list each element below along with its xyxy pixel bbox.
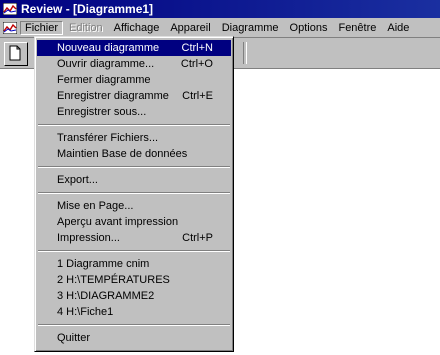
menu-item-label: Ouvrir diagramme...: [57, 58, 155, 70]
menu-separator: [38, 250, 230, 252]
new-document-icon: [5, 45, 25, 66]
menu-item-shortcut: Ctrl+P: [182, 232, 213, 244]
menu-item-shortcut: Ctrl+O: [180, 58, 213, 70]
menu-item-quitter[interactable]: Quitter: [37, 330, 231, 346]
menu-appareil-label: Appareil: [170, 21, 211, 34]
menu-item-enregistrer-diagramme[interactable]: Enregistrer diagramme Ctrl+E: [37, 88, 231, 104]
menu-appareil[interactable]: Appareil: [165, 21, 215, 35]
menu-affichage[interactable]: Affichage: [109, 21, 165, 35]
menu-item-label: 1 Diagramme cnim: [57, 258, 150, 270]
menu-item-label: Impression...: [57, 232, 120, 244]
menu-item-label: Enregistrer sous...: [57, 106, 147, 118]
title-bar: Review - [Diagramme1]: [0, 0, 440, 18]
menu-item-label: Nouveau diagramme: [57, 42, 160, 54]
menu-fenetre[interactable]: Fenêtre: [333, 21, 381, 35]
menu-item-enregistrer-sous[interactable]: Enregistrer sous...: [37, 104, 231, 120]
window-title: Review - [Diagramme1]: [21, 2, 154, 16]
menu-edition[interactable]: Edition: [64, 21, 108, 35]
menu-fichier[interactable]: Fichier: [20, 20, 64, 35]
menu-aide-label: Aide: [387, 21, 410, 34]
menu-edition-label: Edition: [69, 21, 103, 34]
menu-item-2-h-temperatures[interactable]: 2 H:\TEMPÉRATURES: [37, 272, 231, 288]
menu-item-label: 4 H:\Fiche1: [57, 306, 114, 318]
menu-affichage-label: Affichage: [113, 21, 160, 34]
menu-item-label: Enregistrer diagramme: [57, 90, 169, 102]
menu-item-shortcut: Ctrl+N: [181, 42, 213, 54]
menu-item-label: Mise en Page...: [57, 200, 134, 212]
menu-item-shortcut: Ctrl+E: [182, 90, 213, 102]
menu-item-fermer-diagramme[interactable]: Fermer diagramme: [37, 72, 231, 88]
menu-aide[interactable]: Aide: [382, 21, 414, 35]
menu-diagramme-label: Diagramme: [221, 21, 279, 34]
document-icon[interactable]: [2, 21, 18, 34]
fichier-dropdown-menu: Nouveau diagramme Ctrl+N Ouvrir diagramme.…: [34, 36, 234, 352]
menu-separator: [38, 192, 230, 194]
menu-fichier-label: Fichier: [25, 21, 59, 34]
menu-item-label: 2 H:\TEMPÉRATURES: [57, 274, 170, 286]
menu-item-label: Aperçu avant impression: [57, 216, 179, 228]
menu-item-apercu-avant-impression[interactable]: Aperçu avant impression: [37, 214, 231, 230]
menu-separator: [38, 124, 230, 126]
menu-item-label: Export...: [57, 174, 98, 186]
menu-item-label: Transférer Fichiers...: [57, 132, 159, 144]
menu-item-label: Fermer diagramme: [57, 74, 151, 86]
new-document-button[interactable]: [4, 42, 28, 66]
menu-item-export[interactable]: Export...: [37, 172, 231, 188]
menu-options[interactable]: Options: [285, 21, 333, 35]
menu-item-label: Maintien Base de données: [57, 148, 188, 160]
menu-fenetre-label: Fenêtre: [338, 21, 377, 34]
menu-separator: [38, 324, 230, 326]
menu-item-impression[interactable]: Impression... Ctrl+P: [37, 230, 231, 246]
menu-bar: Fichier Edition Affichage Appareil Diagr…: [0, 18, 440, 38]
menu-item-transferer-fichiers[interactable]: Transférer Fichiers...: [37, 130, 231, 146]
menu-item-mise-en-page[interactable]: Mise en Page...: [37, 198, 231, 214]
review-app-icon[interactable]: [2, 2, 18, 16]
menu-item-ouvrir-diagramme[interactable]: Ouvrir diagramme... Ctrl+O: [37, 56, 231, 72]
toolbar-divider: [243, 42, 247, 64]
menu-item-label: 3 H:\DIAGRAMME2: [57, 290, 155, 302]
menu-item-3-h-diagramme2[interactable]: 3 H:\DIAGRAMME2: [37, 288, 231, 304]
menu-item-nouveau-diagramme[interactable]: Nouveau diagramme Ctrl+N: [37, 40, 231, 56]
menu-item-4-h-fiche1[interactable]: 4 H:\Fiche1: [37, 304, 231, 320]
menu-item-1-diagramme-cnim[interactable]: 1 Diagramme cnim: [37, 256, 231, 272]
menu-diagramme[interactable]: Diagramme: [217, 21, 284, 35]
menu-item-maintien-base-de-donnees[interactable]: Maintien Base de données: [37, 146, 231, 162]
menu-item-label: Quitter: [57, 332, 91, 344]
menu-separator: [38, 166, 230, 168]
menu-options-label: Options: [289, 21, 328, 34]
